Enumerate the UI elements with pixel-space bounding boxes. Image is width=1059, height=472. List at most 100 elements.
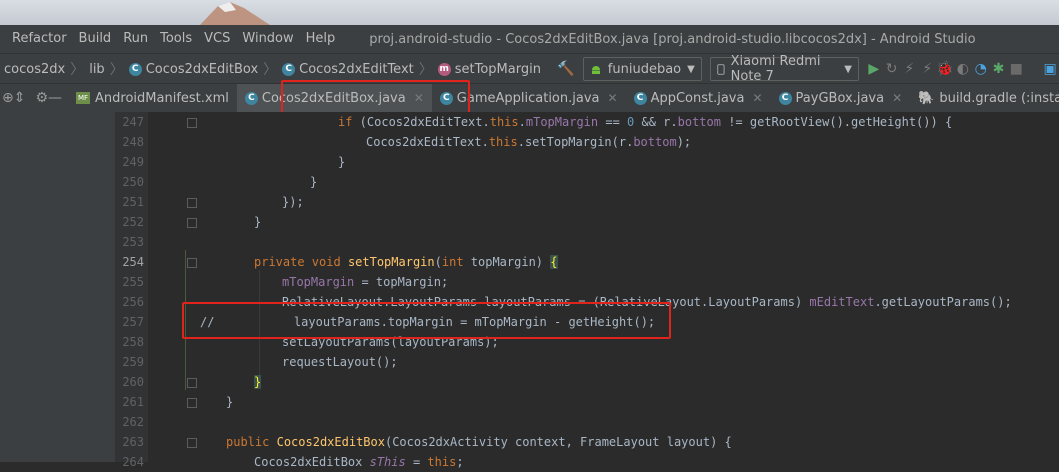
code-text: if (Cocos2dxEditText.this.mTopMargin == …	[338, 115, 953, 129]
tab-label: AppConst.java	[650, 90, 745, 106]
line-number: 262	[122, 415, 144, 429]
dropdown-arrow-icon: ▼	[844, 63, 852, 75]
fold-marker-icon[interactable]	[187, 118, 197, 128]
class-icon: C	[244, 91, 258, 105]
code-text: }	[310, 175, 318, 189]
menu-vcs[interactable]: VCS	[198, 25, 236, 53]
fold-marker-icon[interactable]	[187, 398, 197, 408]
tab-label: build.gradle (:instantap	[939, 90, 1059, 106]
breadcrumb: cocos2dx 〉 lib 〉 C Cocos2dxEditBox 〉 C C…	[0, 59, 541, 79]
profiler-gauge-icon[interactable]: ◔	[972, 58, 990, 80]
crumb-editbox[interactable]: Cocos2dxEditBox	[146, 62, 258, 77]
method-icon: m	[437, 62, 451, 76]
line-number: 247	[122, 115, 144, 129]
crumb-cocos2dx[interactable]: cocos2dx	[4, 62, 65, 77]
hide-panel-icon[interactable]: —	[48, 87, 62, 109]
chevron-right-icon: 〉	[109, 62, 124, 78]
code-text: });	[282, 195, 304, 209]
class-icon: C	[778, 91, 792, 105]
dropdown-arrow-icon: ▼	[687, 63, 695, 75]
fold-marker-icon[interactable]	[187, 378, 197, 388]
menu-run[interactable]: Run	[117, 25, 154, 53]
project-tool-window	[0, 112, 116, 462]
code-line: 264 Cocos2dxEditBox sThis = this;	[116, 452, 1059, 472]
attach-debugger-icon[interactable]: ✱	[990, 58, 1008, 80]
class-icon: C	[282, 62, 296, 76]
code-line: 249 }	[116, 152, 1059, 172]
fold-marker-icon[interactable]	[187, 258, 197, 268]
close-icon[interactable]: ✕	[608, 91, 618, 105]
line-number: 254	[122, 255, 144, 269]
crumb-lib[interactable]: lib	[89, 62, 104, 77]
stop-icon[interactable]: ■	[1007, 58, 1025, 80]
line-number: 256	[122, 295, 144, 309]
code-line: 253	[116, 232, 1059, 252]
device-select[interactable]: Xiaomi Redmi Note 7 ▼	[709, 54, 859, 84]
rerun-icon[interactable]: ↻	[883, 58, 901, 80]
line-number: 248	[122, 135, 144, 149]
menu-help[interactable]: Help	[300, 25, 342, 53]
code-line: 248 Cocos2dxEditText.this.setTopMargin(r…	[116, 132, 1059, 152]
code-line: 247 if (Cocos2dxEditText.this.mTopMargin…	[116, 112, 1059, 132]
collapse-icon[interactable]: ⇕	[14, 87, 26, 109]
run-icon[interactable]: ▶	[865, 58, 883, 80]
target-icon[interactable]: ⊕	[2, 87, 14, 109]
code-text: }	[254, 375, 262, 389]
close-icon[interactable]: ✕	[752, 91, 762, 105]
tab-appconst[interactable]: C AppConst.java ✕	[626, 84, 771, 112]
wallpaper-mountain	[200, 2, 270, 25]
code-line: 262	[116, 412, 1059, 432]
menu-tools[interactable]: Tools	[154, 25, 198, 53]
line-number: 259	[122, 355, 144, 369]
annotation-tab-highlight	[281, 80, 470, 115]
code-line: 251 });	[116, 192, 1059, 212]
menu-build[interactable]: Build	[73, 25, 118, 53]
tab-paygbox[interactable]: C PayGBox.java ✕	[771, 84, 911, 112]
profile-icon[interactable]: ◐	[954, 58, 972, 80]
crumb-edittext[interactable]: Cocos2dxEditText	[299, 62, 414, 77]
apply-changes-icon[interactable]: ⚡	[901, 58, 919, 80]
code-line: 259 requestLayout();	[116, 352, 1059, 372]
tab-label: AndroidManifest.xml	[95, 90, 229, 106]
fold-marker-icon[interactable]	[187, 218, 197, 228]
phone-icon	[717, 63, 725, 75]
debug-icon[interactable]: 🐞	[936, 58, 954, 80]
line-number: 252	[122, 215, 144, 229]
code-text: private void setTopMargin(int topMargin)…	[254, 255, 558, 269]
fold-marker-icon[interactable]	[187, 198, 197, 208]
code-text: }	[254, 215, 262, 229]
line-number: 255	[122, 275, 144, 289]
apply-code-changes-icon[interactable]: ⚡	[918, 58, 936, 80]
tab-label: GameApplication.java	[456, 90, 600, 106]
line-number: 264	[122, 455, 144, 469]
line-number: 261	[122, 395, 144, 409]
device-select-value: Xiaomi Redmi Note 7	[730, 54, 821, 84]
tab-build-gradle[interactable]: 🐘 build.gradle (:instantap	[910, 84, 1059, 112]
menu-window[interactable]: Window	[236, 25, 299, 53]
avd-manager-icon[interactable]: ▣	[1041, 58, 1059, 80]
code-line: 250 }	[116, 172, 1059, 192]
module-select[interactable]: funiudebao ▼	[582, 57, 702, 81]
hammer-icon[interactable]: 🔨	[557, 58, 575, 80]
gradle-icon: 🐘	[918, 90, 935, 106]
navigation-bar: cocos2dx 〉 lib 〉 C Cocos2dxEditBox 〉 C C…	[0, 53, 1059, 84]
line-number: 250	[122, 175, 144, 189]
class-icon: C	[128, 62, 142, 76]
line-number: 253	[122, 235, 144, 249]
line-number: 251	[122, 195, 144, 209]
code-text: }	[226, 395, 234, 409]
android-icon	[591, 66, 600, 74]
code-line: 252 }	[116, 212, 1059, 232]
menu-refactor[interactable]: Refactor	[0, 25, 73, 53]
code-line: 261 }	[116, 392, 1059, 412]
crumb-settopmargin[interactable]: setTopMargin	[455, 62, 541, 77]
tab-androidmanifest[interactable]: MF AndroidManifest.xml	[68, 84, 237, 112]
gear-icon[interactable]: ⚙	[35, 87, 48, 109]
editor-tab-bar: ⊕ ⇕ ⚙ — MF AndroidManifest.xml C Cocos2d…	[0, 83, 1059, 113]
close-icon[interactable]: ✕	[892, 91, 902, 105]
fold-marker-icon[interactable]	[187, 438, 197, 448]
code-text: }	[338, 155, 346, 169]
chevron-right-icon: 〉	[70, 62, 85, 78]
chevron-right-icon: 〉	[418, 62, 433, 78]
line-number: 260	[122, 375, 144, 389]
